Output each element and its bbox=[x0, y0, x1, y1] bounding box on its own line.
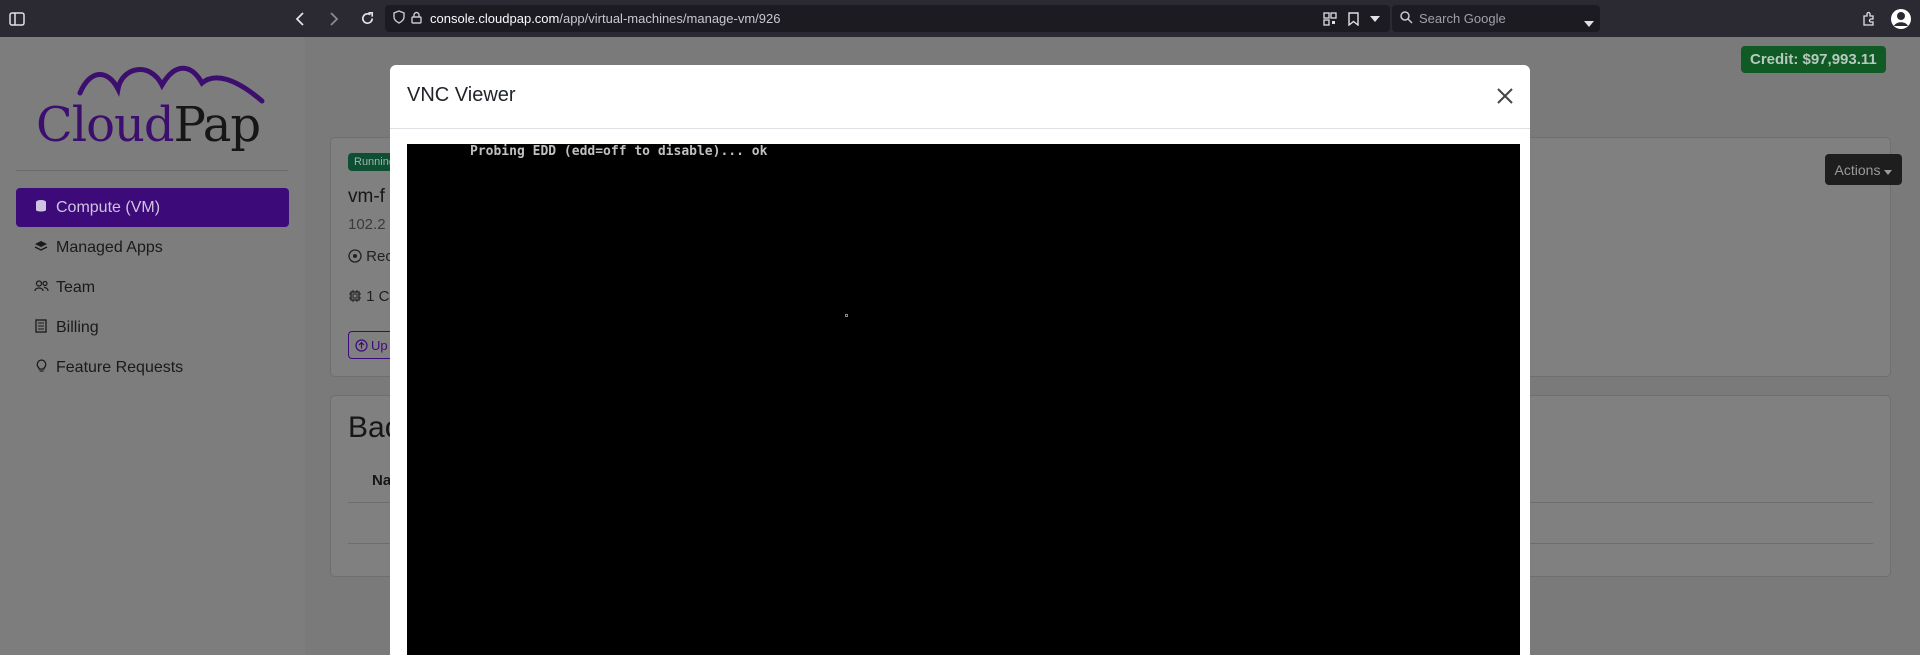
modal-title: VNC Viewer bbox=[407, 84, 516, 106]
sidebar-toggle-icon[interactable] bbox=[6, 0, 28, 37]
search-field[interactable]: Search Google bbox=[1392, 5, 1600, 32]
vm-region: Rec bbox=[348, 248, 393, 265]
search-engine-dropdown-icon[interactable] bbox=[1584, 15, 1594, 30]
logo-text: CloudPap bbox=[36, 97, 261, 153]
sidebar-item-label: Team bbox=[56, 278, 96, 296]
forward-icon[interactable] bbox=[322, 0, 346, 37]
browser-toolbar: console.cloudpap.com/app/virtual-machine… bbox=[0, 0, 1920, 37]
account-avatar-icon[interactable] bbox=[1888, 0, 1914, 37]
search-placeholder: Search Google bbox=[1419, 11, 1506, 26]
bookmark-icon[interactable] bbox=[1344, 0, 1362, 37]
sidebar-item-label: Managed Apps bbox=[56, 238, 163, 256]
sidebar-item-label: Compute (VM) bbox=[56, 198, 161, 216]
lightbulb-icon bbox=[32, 359, 50, 376]
shield-icon bbox=[393, 10, 405, 27]
extensions-icon[interactable] bbox=[1858, 0, 1880, 37]
actions-dropdown-button[interactable]: Actions bbox=[1825, 154, 1902, 185]
close-icon bbox=[1497, 88, 1513, 104]
sidebar-item-compute[interactable]: Compute (VM) bbox=[16, 188, 289, 227]
database-icon bbox=[32, 199, 50, 216]
search-icon bbox=[1400, 10, 1413, 27]
reload-icon[interactable] bbox=[355, 0, 379, 37]
lock-icon bbox=[411, 11, 422, 27]
people-icon bbox=[32, 280, 50, 295]
vnc-console-screen[interactable]: Probing EDD (edd=off to disable)... ok bbox=[407, 144, 1520, 655]
qr-code-icon[interactable] bbox=[1320, 0, 1340, 37]
arrow-up-circle-icon bbox=[355, 338, 371, 353]
sidebar-item-feature-requests[interactable]: Feature Requests bbox=[16, 348, 289, 387]
vm-ip: 102.2 bbox=[348, 216, 386, 233]
sidebar-item-billing[interactable]: Billing bbox=[16, 308, 289, 347]
receipt-icon bbox=[32, 319, 50, 336]
column-header-name: Na bbox=[372, 472, 392, 489]
cloudpap-logo[interactable]: CloudPap bbox=[36, 55, 276, 165]
sidebar: CloudPap Compute (VM) Managed Apps Team bbox=[0, 37, 305, 655]
layers-icon bbox=[32, 240, 50, 256]
vnc-viewer-modal: VNC Viewer Probing EDD (edd=off to disab… bbox=[390, 65, 1530, 655]
close-button[interactable] bbox=[1490, 81, 1520, 111]
sidebar-item-label: Billing bbox=[56, 318, 99, 336]
url-bar[interactable]: console.cloudpap.com/app/virtual-machine… bbox=[385, 5, 1390, 32]
region-icon bbox=[348, 248, 366, 265]
url-domain: console.cloudpap.com bbox=[430, 11, 560, 26]
sidebar-divider bbox=[16, 170, 288, 171]
sidebar-item-managed-apps[interactable]: Managed Apps bbox=[16, 228, 289, 267]
caret-down-icon bbox=[1884, 162, 1893, 178]
vm-cpu: 1 C bbox=[348, 288, 390, 305]
modal-header: VNC Viewer bbox=[390, 65, 1530, 129]
credit-badge: Credit: $97,993.11 bbox=[1741, 46, 1886, 73]
vnc-cursor-icon bbox=[845, 314, 848, 317]
sidebar-item-label: Feature Requests bbox=[56, 358, 184, 376]
url-path: /app/virtual-machines/manage-vm/926 bbox=[559, 11, 781, 26]
cpu-icon bbox=[348, 288, 366, 305]
back-icon[interactable] bbox=[288, 0, 312, 37]
url-dropdown-icon[interactable] bbox=[1366, 0, 1384, 37]
vm-name: vm-f bbox=[348, 186, 385, 207]
sidebar-item-team[interactable]: Team bbox=[16, 268, 289, 307]
console-output-line: Probing EDD (edd=off to disable)... ok bbox=[470, 144, 768, 159]
